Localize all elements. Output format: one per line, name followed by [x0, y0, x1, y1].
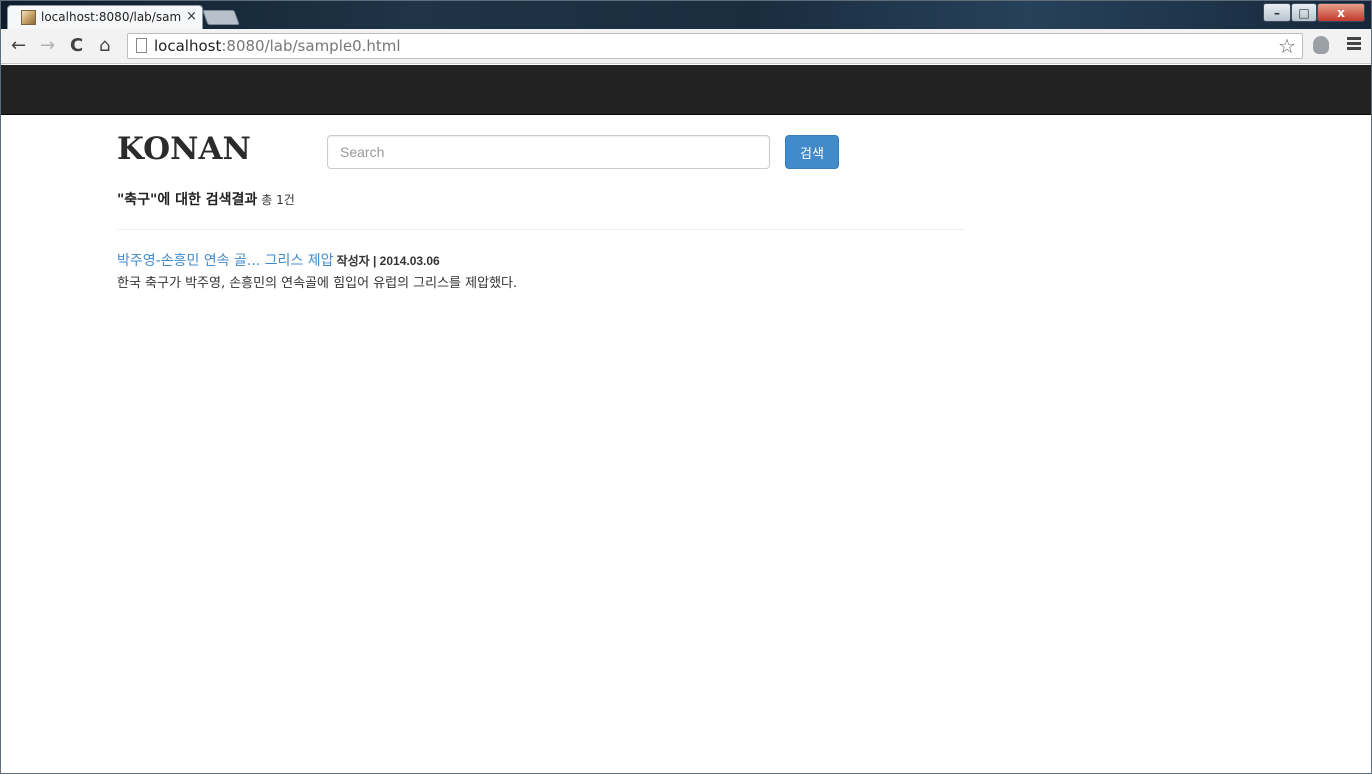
new-tab-button[interactable]	[202, 10, 240, 25]
window-controls: – □ x	[1263, 3, 1367, 23]
url-path: :8080/lab/sample0.html	[221, 37, 401, 55]
result-heading-text: "축구"에 대한 검색결과	[117, 192, 258, 208]
tab-strip: localhost:8080/lab/sampl × – □ x	[1, 1, 1371, 29]
home-icon[interactable]: ⌂	[99, 35, 110, 57]
result-title-line: 박주영-손흥민 연속 골... 그리스 제압 작성자 | 2014.03.06	[117, 251, 965, 270]
forward-arrow-icon[interactable]: →	[40, 35, 55, 57]
minimize-button[interactable]: –	[1263, 3, 1291, 22]
top-navbar	[1, 65, 1371, 115]
konan-logo: KONAN	[117, 131, 251, 167]
search-input[interactable]	[327, 135, 770, 169]
browser-toolbar: ← → C ⌂ localhost:8080/lab/sample0.html …	[1, 29, 1371, 64]
browser-window: localhost:8080/lab/sampl × – □ x ← → C ⌂…	[0, 0, 1372, 774]
result-item: 박주영-손흥민 연속 골... 그리스 제압 작성자 | 2014.03.06 한…	[117, 251, 965, 291]
favicon-icon	[21, 10, 36, 25]
reload-icon[interactable]: C	[70, 35, 83, 57]
maximize-button[interactable]: □	[1291, 3, 1317, 22]
search-button[interactable]: 검색	[785, 135, 839, 169]
tab-close-icon[interactable]: ×	[186, 9, 197, 24]
tab-title: localhost:8080/lab/sampl	[41, 10, 181, 24]
minimize-icon: –	[1274, 6, 1280, 20]
bookmark-star-icon[interactable]: ☆	[1278, 34, 1296, 58]
url-text: localhost:8080/lab/sample0.html	[154, 37, 401, 55]
url-host: localhost	[154, 37, 222, 55]
divider	[117, 229, 965, 230]
maximize-icon: □	[1298, 6, 1310, 20]
close-icon: x	[1337, 6, 1345, 20]
result-meta: 작성자 | 2014.03.06	[336, 254, 440, 268]
browser-tab[interactable]: localhost:8080/lab/sampl ×	[7, 5, 203, 29]
result-snippet: 한국 축구가 박주영, 손흥민의 연속골에 힘입어 유럽의 그리스를 제압했다.	[117, 276, 518, 291]
extension-icon[interactable]	[1313, 36, 1329, 54]
close-window-button[interactable]: x	[1317, 3, 1365, 22]
menu-icon[interactable]	[1347, 37, 1361, 51]
address-bar[interactable]: localhost:8080/lab/sample0.html ☆	[127, 33, 1303, 59]
result-count: 총 1건	[261, 193, 295, 207]
result-heading: "축구"에 대한 검색결과 총 1건	[117, 189, 295, 209]
back-arrow-icon[interactable]: ←	[11, 35, 26, 57]
page-icon	[136, 38, 147, 53]
result-title-link[interactable]: 박주영-손흥민 연속 골... 그리스 제압	[117, 253, 334, 269]
page-viewport: KONAN 검색 "축구"에 대한 검색결과총 1건 박주영-손흥민 연속 골.…	[1, 65, 1371, 773]
